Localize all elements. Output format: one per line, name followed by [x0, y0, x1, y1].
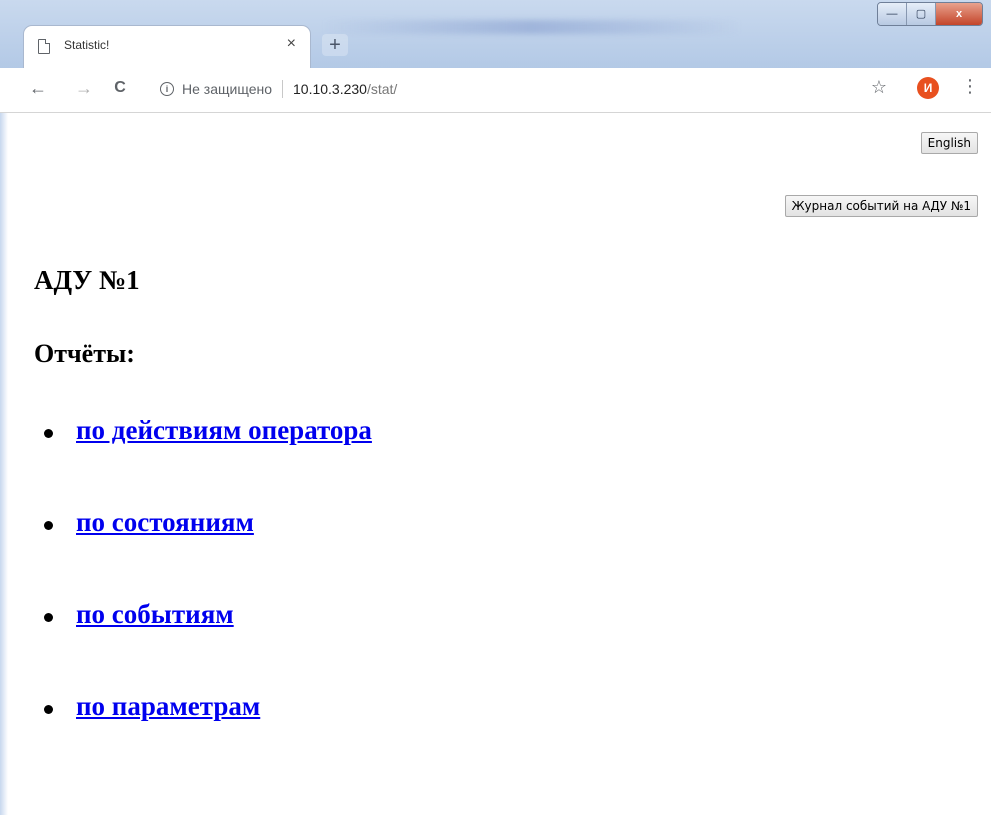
report-link-states[interactable]: по состояниям [76, 507, 254, 537]
window-controls: — ▢ x [877, 2, 983, 26]
list-item: по событиям [34, 599, 372, 691]
event-journal-button[interactable]: Журнал событий на АДУ №1 [784, 195, 978, 217]
maximize-button[interactable]: ▢ [907, 3, 936, 25]
forward-arrow-icon[interactable]: → [72, 76, 96, 100]
menu-dots-icon[interactable]: ⋮ [961, 76, 979, 97]
browser-toolbar: ← → C i Не защищено 10.10.3.230/stat/ ☆ … [0, 68, 991, 113]
profile-avatar[interactable]: И [917, 77, 939, 99]
left-edge-shadow [0, 113, 8, 815]
browser-tab[interactable]: Statistic! × [24, 26, 310, 68]
page-icon [38, 39, 50, 54]
reports-heading: Отчёты: [34, 339, 135, 368]
url-host: 10.10.3.230 [293, 81, 367, 97]
reload-icon[interactable]: C [108, 76, 132, 100]
report-list: по действиям оператора по состояниям по … [34, 415, 372, 783]
new-tab-button[interactable]: + [322, 34, 348, 56]
language-button[interactable]: English [920, 132, 978, 154]
list-item: по действиям оператора [34, 415, 372, 507]
list-item: по состояниям [34, 507, 372, 599]
blurred-background-bar [322, 20, 741, 34]
report-link-operator-actions[interactable]: по действиям оператора [76, 415, 372, 445]
bullet [44, 429, 53, 438]
address-separator [282, 80, 283, 98]
bullet [44, 521, 53, 530]
bookmark-star-icon[interactable]: ☆ [871, 77, 887, 98]
close-icon[interactable]: × [287, 35, 296, 53]
back-arrow-icon[interactable]: ← [26, 76, 50, 100]
bullet [44, 705, 53, 714]
list-item: по параметрам [34, 691, 372, 783]
window-close-button[interactable]: x [936, 3, 982, 25]
minimize-button[interactable]: — [878, 3, 907, 25]
report-link-events[interactable]: по событиям [76, 599, 234, 629]
url-path: /stat/ [366, 81, 398, 97]
report-link-parameters[interactable]: по параметрам [76, 691, 260, 721]
security-status: Не защищено [182, 81, 272, 97]
device-title: АДУ №1 [34, 265, 140, 295]
tab-title: Statistic! [64, 38, 110, 52]
bullet [44, 613, 53, 622]
browser-title-bar: Statistic! × + — ▢ x [0, 0, 991, 68]
info-icon[interactable]: i [160, 82, 174, 96]
address-bar[interactable]: i Не защищено 10.10.3.230/stat/ [146, 75, 906, 103]
page-content: English Журнал событий на АДУ №1 АДУ №1 … [0, 113, 991, 815]
